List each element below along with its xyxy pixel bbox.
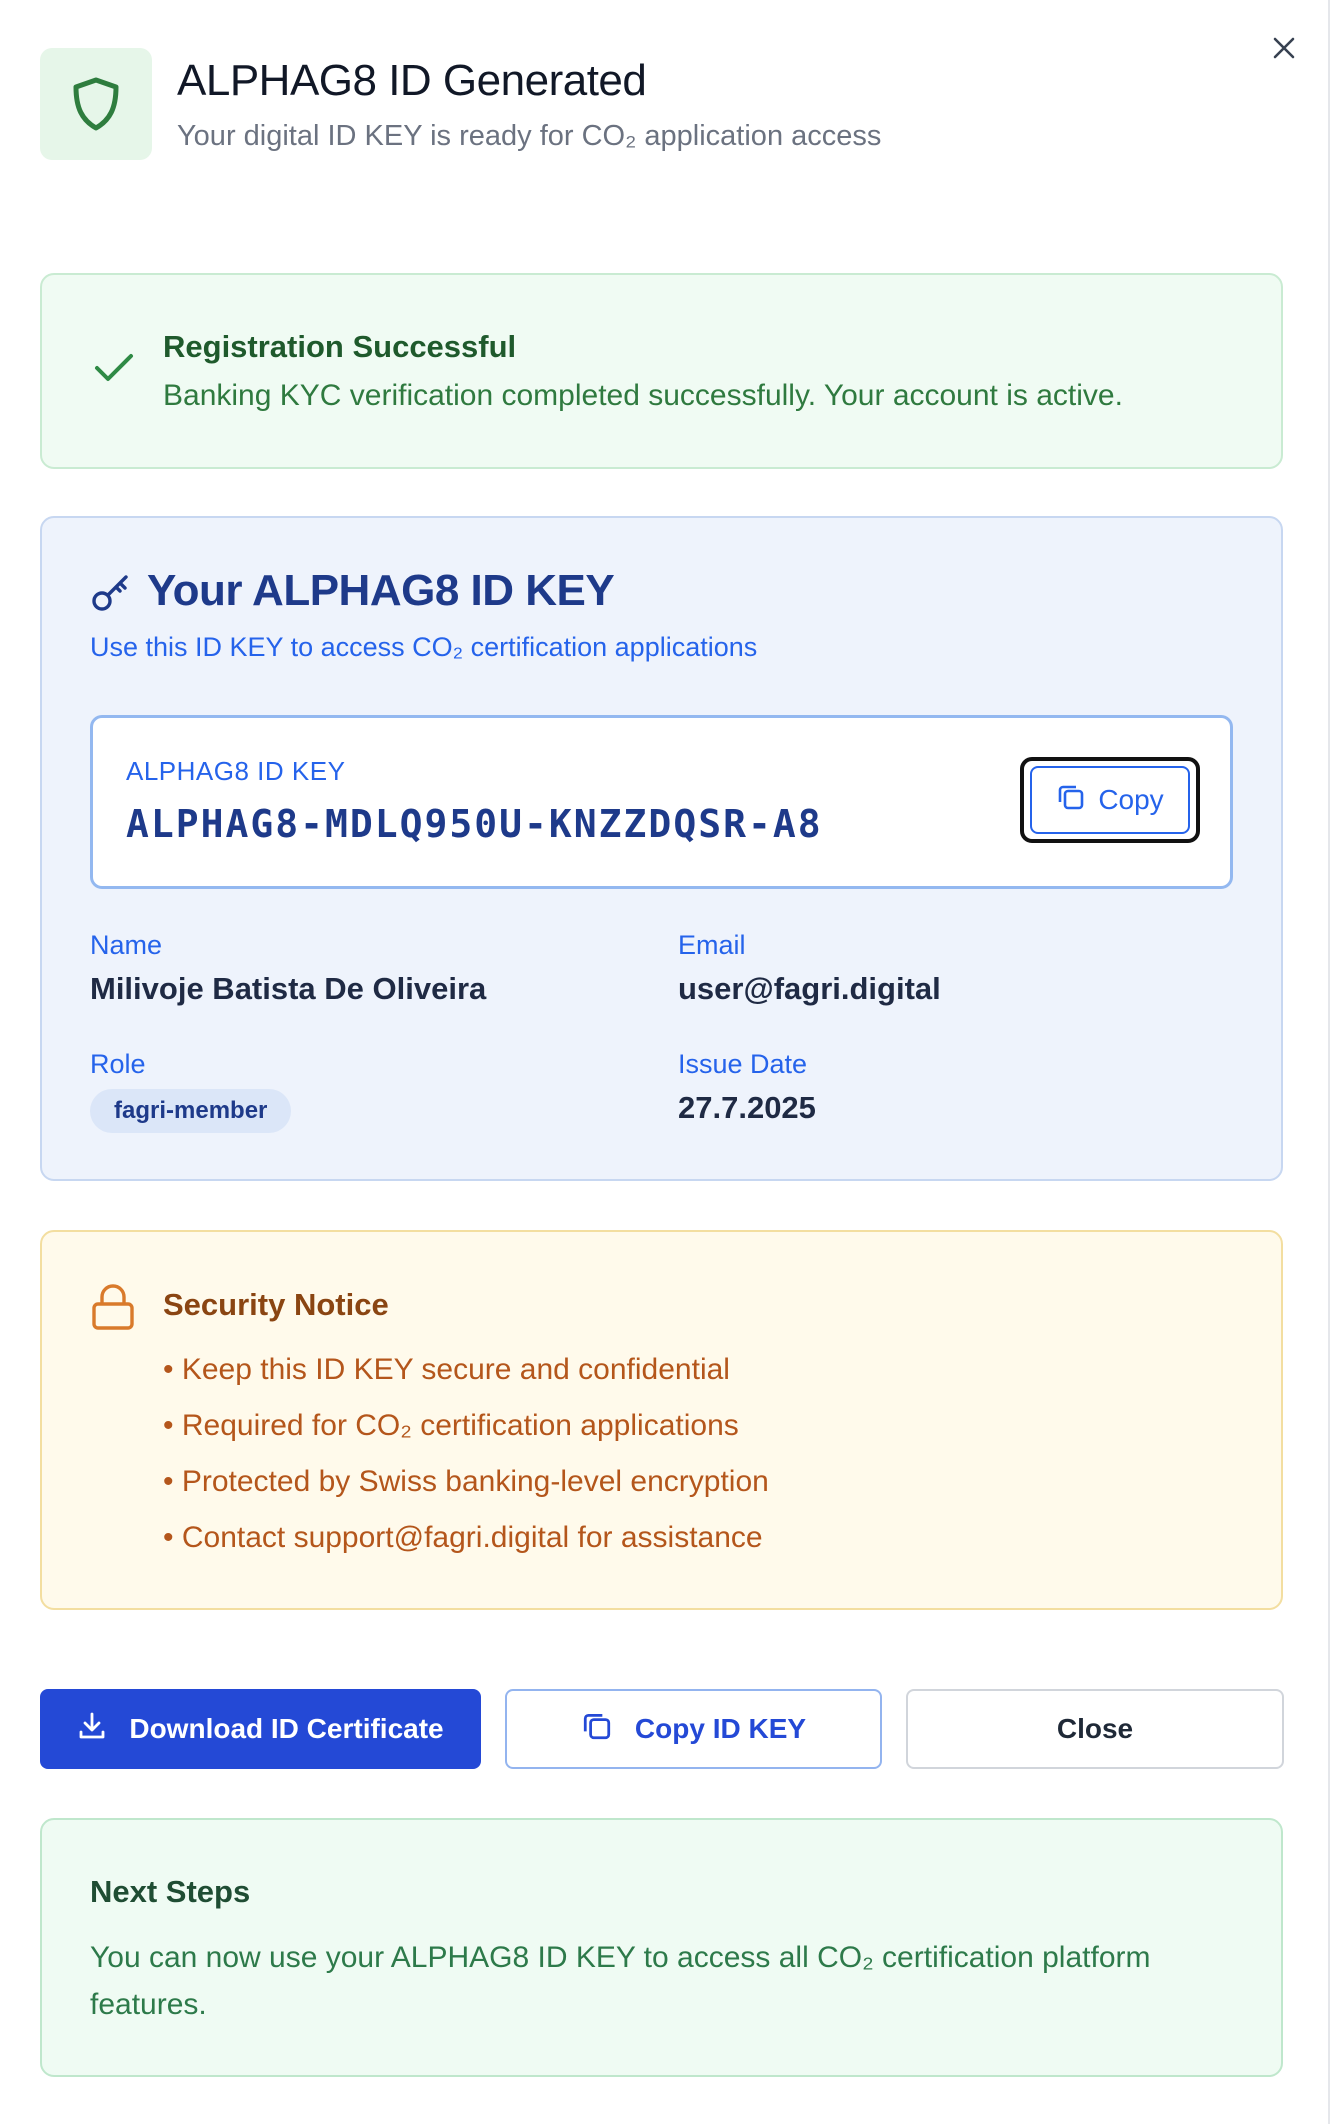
id-key-subtitle: Use this ID KEY to access CO₂ certificat… (90, 632, 758, 662)
download-certificate-label: Download ID Certificate (129, 1713, 444, 1744)
download-certificate-button[interactable]: Download ID Certificate (40, 1689, 481, 1769)
download-icon (77, 1711, 107, 1748)
id-key-title: Your ALPHAG8 ID KEY (147, 566, 615, 615)
check-icon (94, 353, 134, 388)
name-label: Name (90, 930, 163, 960)
shield-icon (40, 48, 152, 160)
issue-date-label: Issue Date (678, 1049, 808, 1079)
success-message: Banking KYC verification completed succe… (163, 379, 1123, 412)
copy-button[interactable]: Copy (1020, 757, 1200, 843)
close-button[interactable]: Close (906, 1689, 1284, 1769)
role-badge: fagri-member (90, 1089, 292, 1133)
security-notice: Security Notice Keep this ID KEY secure … (40, 1230, 1283, 1610)
copy-id-key-button[interactable]: Copy ID KEY (505, 1689, 882, 1769)
dialog-title: ALPHAG8 ID Generated (177, 56, 647, 105)
list-item: Contact support@fagri.digital for assist… (163, 1510, 769, 1566)
email-value: user@fagri.digital (678, 971, 941, 1006)
copy-icon (581, 1710, 613, 1749)
role-label: Role (90, 1049, 146, 1079)
next-steps-title: Next Steps (90, 1874, 251, 1909)
id-key-card: Your ALPHAG8 ID KEY Use this ID KEY to a… (40, 516, 1283, 1181)
name-value: Milivoje Batista De Oliveira (90, 971, 487, 1006)
close-icon[interactable] (1266, 30, 1302, 66)
security-notice-title: Security Notice (163, 1287, 389, 1322)
list-item: Required for CO₂ certification applicati… (163, 1398, 769, 1454)
issue-date-value: 27.7.2025 (678, 1090, 816, 1125)
security-notice-list: Keep this ID KEY secure and confidential… (163, 1342, 769, 1566)
copy-icon (1056, 782, 1086, 819)
id-key-label: ALPHAG8 ID KEY (126, 756, 346, 786)
lock-icon (90, 1284, 136, 1337)
success-title: Registration Successful (163, 329, 517, 364)
copy-id-key-label: Copy ID KEY (634, 1713, 807, 1744)
key-icon (90, 572, 132, 619)
next-steps-message: You can now use your ALPHAG8 ID KEY to a… (90, 1941, 1151, 2021)
copy-button-label: Copy (1098, 784, 1164, 815)
email-label: Email (678, 930, 746, 960)
id-key-value[interactable]: ALPHAG8-MDLQ950U-KNZZDQSR-A8 (126, 802, 823, 846)
list-item: Keep this ID KEY secure and confidential (163, 1342, 769, 1398)
dialog-subtitle: Your digital ID KEY is ready for CO₂ app… (177, 120, 882, 152)
list-item: Protected by Swiss banking-level encrypt… (163, 1454, 769, 1510)
success-alert: Registration Successful Banking KYC veri… (40, 273, 1283, 469)
id-key-box: ALPHAG8 ID KEY ALPHAG8-MDLQ950U-KNZZDQSR… (90, 715, 1233, 889)
next-steps-card: Next Steps You can now use your ALPHAG8 … (40, 1818, 1283, 2077)
id-generated-dialog: ALPHAG8 ID Generated Your digital ID KEY… (0, 0, 1330, 2124)
